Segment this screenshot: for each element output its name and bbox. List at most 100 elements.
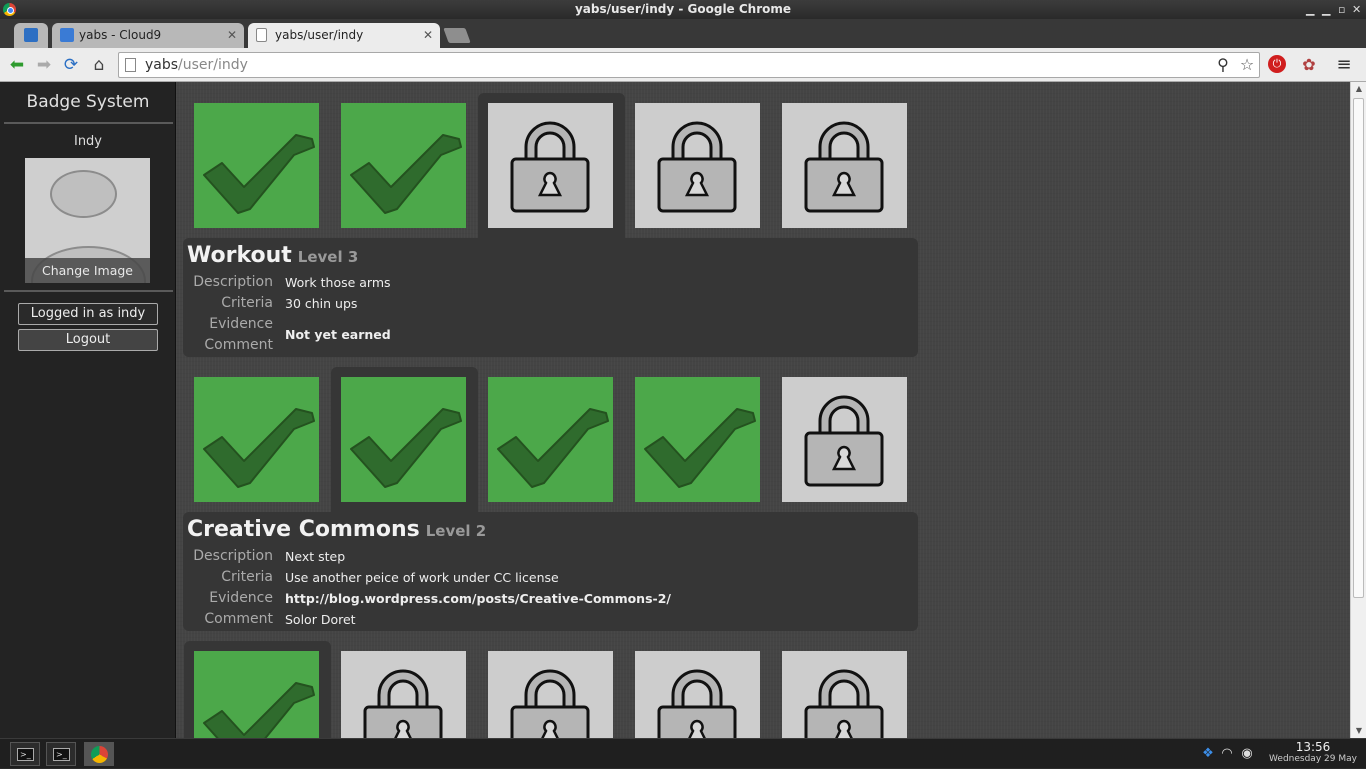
scroll-down-icon[interactable]: ▼ bbox=[1354, 726, 1364, 735]
earned-badge-tile[interactable] bbox=[194, 377, 319, 502]
app-icon bbox=[24, 28, 38, 42]
chrome-icon bbox=[91, 746, 108, 763]
vertical-scrollbar[interactable]: ▲ ▼ bbox=[1350, 82, 1366, 738]
divider bbox=[4, 122, 173, 124]
locked-badge-tile[interactable] bbox=[635, 103, 760, 228]
reload-icon[interactable]: ⟳ bbox=[60, 54, 82, 76]
locked-badge-tile[interactable] bbox=[635, 651, 760, 738]
lock-icon bbox=[657, 669, 737, 738]
wifi-icon[interactable]: ◠ bbox=[1219, 746, 1235, 762]
earned-badge-tile[interactable] bbox=[341, 377, 466, 502]
tab-cloud9[interactable]: yabs - Cloud9 ✕ bbox=[52, 23, 244, 48]
badge-name: Creative Commons bbox=[187, 517, 420, 542]
avatar-head bbox=[50, 170, 117, 218]
dropbox-icon[interactable]: ❖ bbox=[1200, 746, 1216, 762]
close-window-icon[interactable]: ✕ bbox=[1352, 0, 1361, 19]
new-tab-button[interactable] bbox=[443, 28, 471, 43]
criteria-value: 30 chin ups bbox=[285, 296, 358, 311]
badge-slot[interactable] bbox=[625, 641, 772, 738]
badge-slot[interactable] bbox=[772, 93, 919, 245]
badge-slot[interactable] bbox=[772, 641, 919, 738]
terminal-icon: >_ bbox=[53, 748, 70, 761]
badge-slot[interactable] bbox=[184, 641, 331, 738]
badge-slot[interactable] bbox=[331, 641, 478, 738]
badge-row bbox=[184, 367, 924, 519]
badge-slot[interactable] bbox=[772, 367, 919, 519]
forward-arrow-icon[interactable]: ➡ bbox=[33, 54, 55, 76]
bookmark-star-icon[interactable]: ☆ bbox=[1237, 55, 1257, 75]
system-tray: ❖ ◠ ◉ 13:56 Wednesday 29 May bbox=[1198, 739, 1358, 769]
scroll-thumb[interactable] bbox=[1353, 98, 1364, 598]
locked-badge-tile[interactable] bbox=[782, 651, 907, 738]
earned-badge-tile[interactable] bbox=[488, 377, 613, 502]
tab-pinned-app[interactable] bbox=[14, 23, 48, 48]
badge-list: Workout Level 3 Description Work those ar… bbox=[176, 82, 1350, 738]
page-icon bbox=[256, 28, 267, 42]
badge-slot[interactable] bbox=[331, 93, 478, 245]
comment-label: Comment bbox=[204, 611, 273, 627]
clock-date: Wednesday 29 May bbox=[1269, 754, 1357, 764]
clock-time[interactable]: 13:56 bbox=[1268, 740, 1358, 754]
locked-badge-tile[interactable] bbox=[488, 651, 613, 738]
zoom-icon[interactable]: ⚲ bbox=[1213, 55, 1233, 75]
earned-badge-tile[interactable] bbox=[194, 651, 319, 738]
lock-icon bbox=[804, 669, 884, 738]
checkmark-icon bbox=[497, 408, 609, 488]
criteria-value: Use another peice of work under CC licen… bbox=[285, 570, 559, 585]
badge-slot[interactable] bbox=[478, 367, 625, 519]
close-tab-icon[interactable]: ✕ bbox=[423, 23, 433, 47]
badge-title: Creative Commons Level 2 bbox=[187, 517, 486, 542]
taskbar-terminal-1[interactable]: >_ bbox=[10, 742, 40, 766]
locked-badge-tile[interactable] bbox=[782, 103, 907, 228]
home-icon[interactable]: ⌂ bbox=[88, 54, 110, 76]
scroll-up-icon[interactable]: ▲ bbox=[1354, 84, 1364, 93]
badge-slot[interactable] bbox=[184, 367, 331, 519]
window-title: yabs/user/indy - Google Chrome bbox=[574, 2, 792, 16]
locked-badge-tile[interactable] bbox=[488, 103, 613, 228]
sidebar: Badge System Indy Change Image Logged in… bbox=[0, 82, 176, 738]
volume-icon[interactable]: ◉ bbox=[1239, 746, 1255, 762]
address-bar[interactable]: yabs/user/indy ⚲ ☆ bbox=[118, 52, 1260, 78]
comment-label: Comment bbox=[204, 337, 273, 353]
earned-badge-tile[interactable] bbox=[194, 103, 319, 228]
locked-badge-tile[interactable] bbox=[782, 377, 907, 502]
back-arrow-icon[interactable]: ⬅ bbox=[6, 54, 28, 76]
evidence-label: Evidence bbox=[209, 316, 273, 332]
logout-button[interactable]: Logout bbox=[18, 329, 158, 351]
tab-strip: yabs - Cloud9 ✕ yabs/user/indy ✕ bbox=[0, 19, 1366, 48]
badge-row bbox=[184, 641, 924, 738]
minimize-icon[interactable]: ▁ bbox=[1306, 0, 1314, 19]
description-label: Description bbox=[193, 548, 273, 564]
locked-badge-tile[interactable] bbox=[341, 651, 466, 738]
terminal-icon: >_ bbox=[17, 748, 34, 761]
divider bbox=[4, 290, 173, 292]
menu-icon[interactable]: ≡ bbox=[1334, 55, 1354, 75]
avatar[interactable]: Change Image bbox=[25, 158, 150, 283]
change-image-button[interactable]: Change Image bbox=[25, 258, 150, 283]
taskbar-terminal-2[interactable]: >_ bbox=[46, 742, 76, 766]
badge-slot[interactable] bbox=[625, 93, 772, 245]
badge-slot[interactable] bbox=[478, 93, 625, 245]
badge-row bbox=[184, 93, 924, 245]
restore-down-icon[interactable]: ▁ bbox=[1322, 0, 1330, 19]
logged-in-as-button[interactable]: Logged in as indy bbox=[18, 303, 158, 325]
taskbar-chrome[interactable] bbox=[84, 742, 114, 766]
browser-toolbar: ⬅ ➡ ⟳ ⌂ yabs/user/indy ⚲ ☆ ⏻ ✿ ≡ bbox=[0, 48, 1366, 82]
evidence-label: Evidence bbox=[209, 590, 273, 606]
extension-icon[interactable]: ✿ bbox=[1299, 55, 1319, 75]
criteria-label: Criteria bbox=[221, 295, 273, 311]
badge-slot[interactable] bbox=[331, 367, 478, 519]
earned-badge-tile[interactable] bbox=[635, 377, 760, 502]
evidence-link[interactable]: http://blog.wordpress.com/posts/Creative… bbox=[285, 591, 671, 606]
tab-user-indy[interactable]: yabs/user/indy ✕ bbox=[248, 23, 440, 48]
adblock-icon[interactable]: ⏻ bbox=[1268, 55, 1286, 73]
badge-slot[interactable] bbox=[625, 367, 772, 519]
description-value: Work those arms bbox=[285, 275, 391, 290]
badge-slot[interactable] bbox=[184, 93, 331, 245]
badge-slot[interactable] bbox=[478, 641, 625, 738]
close-tab-icon[interactable]: ✕ bbox=[227, 23, 237, 47]
checkmark-icon bbox=[350, 134, 462, 214]
comment-value: Solor Doret bbox=[285, 612, 356, 627]
earned-badge-tile[interactable] bbox=[341, 103, 466, 228]
maximize-icon[interactable]: ▫ bbox=[1338, 0, 1345, 19]
